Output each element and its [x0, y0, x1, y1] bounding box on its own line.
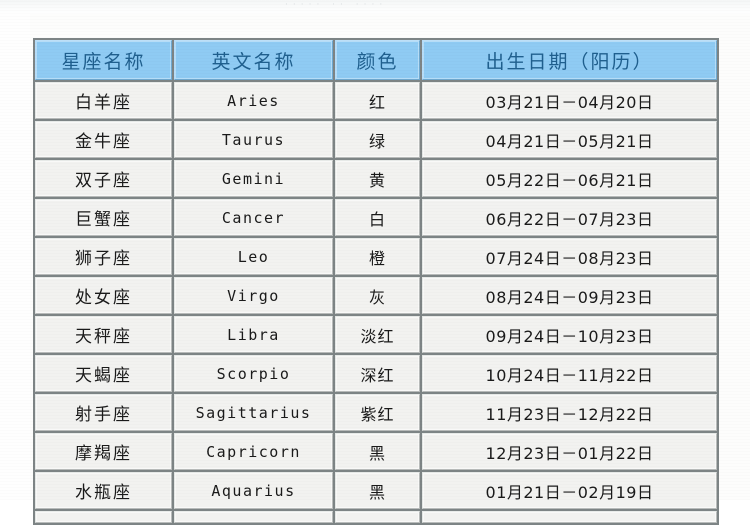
table-row: 水瓶座Aquarius黑01月21日－02月19日: [35, 472, 717, 509]
cell-english-name: Leo: [174, 238, 333, 275]
table-row: 狮子座Leo橙07月24日－08月23日: [35, 238, 717, 275]
table-body: 白羊座Aries红03月21日－04月20日金牛座Taurus绿04月21日－0…: [35, 82, 717, 523]
cell-birthdate: 08月24日－09月23日: [422, 277, 717, 314]
cell-english-name: Libra: [174, 316, 333, 353]
zodiac-table-container: 星座名称 英文名称 颜色 出生日期（阳历） 白羊座Aries红03月21日－04…: [33, 38, 717, 525]
cell-english-name: Aquarius: [174, 472, 333, 509]
cell-english-name: Sagittarius: [174, 394, 333, 431]
cell-birthdate: 05月22日－06月21日: [422, 160, 717, 197]
table-header: 星座名称 英文名称 颜色 出生日期（阳历）: [35, 40, 717, 80]
cell-zodiac-name: 处女座: [35, 277, 172, 314]
table-row: 天蝎座Scorpio深红10月24日－11月22日: [35, 355, 717, 392]
cell-color-clipped: [335, 511, 420, 523]
cell-english-name: Taurus: [174, 121, 333, 158]
column-header-birthdate: 出生日期（阳历）: [422, 40, 717, 80]
cell-birthdate: 12月23日－01月22日: [422, 433, 717, 470]
table-row: 双子座Gemini黄05月22日－06月21日: [35, 160, 717, 197]
cell-color: 黄: [335, 160, 420, 197]
cell-color: 红: [335, 82, 420, 119]
cell-english-name-clipped: [174, 511, 333, 523]
cell-zodiac-name: 双子座: [35, 160, 172, 197]
cell-birthdate: 09月24日－10月23日: [422, 316, 717, 353]
cell-zodiac-name: 巨蟹座: [35, 199, 172, 236]
cell-birthdate: 03月21日－04月20日: [422, 82, 717, 119]
table-row: 射手座Sagittarius紫红11月23日－12月22日: [35, 394, 717, 431]
table-row: 处女座Virgo灰08月24日－09月23日: [35, 277, 717, 314]
clipped-text-remnant: ····· ·· ····: [285, 0, 387, 10]
scan-top-artifact: ····· ·· ····: [0, 0, 750, 14]
cell-english-name: Capricorn: [174, 433, 333, 470]
table-row: 巨蟹座Cancer白06月22日－07月23日: [35, 199, 717, 236]
cell-zodiac-name: 天蝎座: [35, 355, 172, 392]
cell-color: 淡红: [335, 316, 420, 353]
table-row: 摩羯座Capricorn黑12月23日－01月22日: [35, 433, 717, 470]
cell-zodiac-name: 摩羯座: [35, 433, 172, 470]
cell-birthdate: 11月23日－12月22日: [422, 394, 717, 431]
cell-color: 橙: [335, 238, 420, 275]
table-row-clipped: [35, 511, 717, 523]
cell-birthdate: 04月21日－05月21日: [422, 121, 717, 158]
cell-english-name: Aries: [174, 82, 333, 119]
cell-birthdate: 06月22日－07月23日: [422, 199, 717, 236]
cell-zodiac-name-clipped: [35, 511, 172, 523]
cell-color: 白: [335, 199, 420, 236]
cell-zodiac-name: 水瓶座: [35, 472, 172, 509]
table-row: 天秤座Libra淡红09月24日－10月23日: [35, 316, 717, 353]
column-header-color: 颜色: [335, 40, 420, 80]
cell-english-name: Scorpio: [174, 355, 333, 392]
cell-color: 黑: [335, 433, 420, 470]
table-row: 金牛座Taurus绿04月21日－05月21日: [35, 121, 717, 158]
column-header-english: 英文名称: [174, 40, 333, 80]
cell-zodiac-name: 白羊座: [35, 82, 172, 119]
cell-english-name: Gemini: [174, 160, 333, 197]
cell-birthdate: 10月24日－11月22日: [422, 355, 717, 392]
cell-english-name: Virgo: [174, 277, 333, 314]
cell-color: 深红: [335, 355, 420, 392]
table-row: 白羊座Aries红03月21日－04月20日: [35, 82, 717, 119]
cell-color: 黑: [335, 472, 420, 509]
cell-zodiac-name: 狮子座: [35, 238, 172, 275]
cell-color: 灰: [335, 277, 420, 314]
cell-zodiac-name: 天秤座: [35, 316, 172, 353]
cell-birthdate: 07月24日－08月23日: [422, 238, 717, 275]
cell-birthdate-clipped: [422, 511, 717, 523]
cell-zodiac-name: 射手座: [35, 394, 172, 431]
cell-birthdate: 01月21日－02月19日: [422, 472, 717, 509]
cell-zodiac-name: 金牛座: [35, 121, 172, 158]
cell-color: 紫红: [335, 394, 420, 431]
header-row: 星座名称 英文名称 颜色 出生日期（阳历）: [35, 40, 717, 80]
cell-color: 绿: [335, 121, 420, 158]
cell-english-name: Cancer: [174, 199, 333, 236]
zodiac-table: 星座名称 英文名称 颜色 出生日期（阳历） 白羊座Aries红03月21日－04…: [33, 38, 719, 525]
column-header-name: 星座名称: [35, 40, 172, 80]
